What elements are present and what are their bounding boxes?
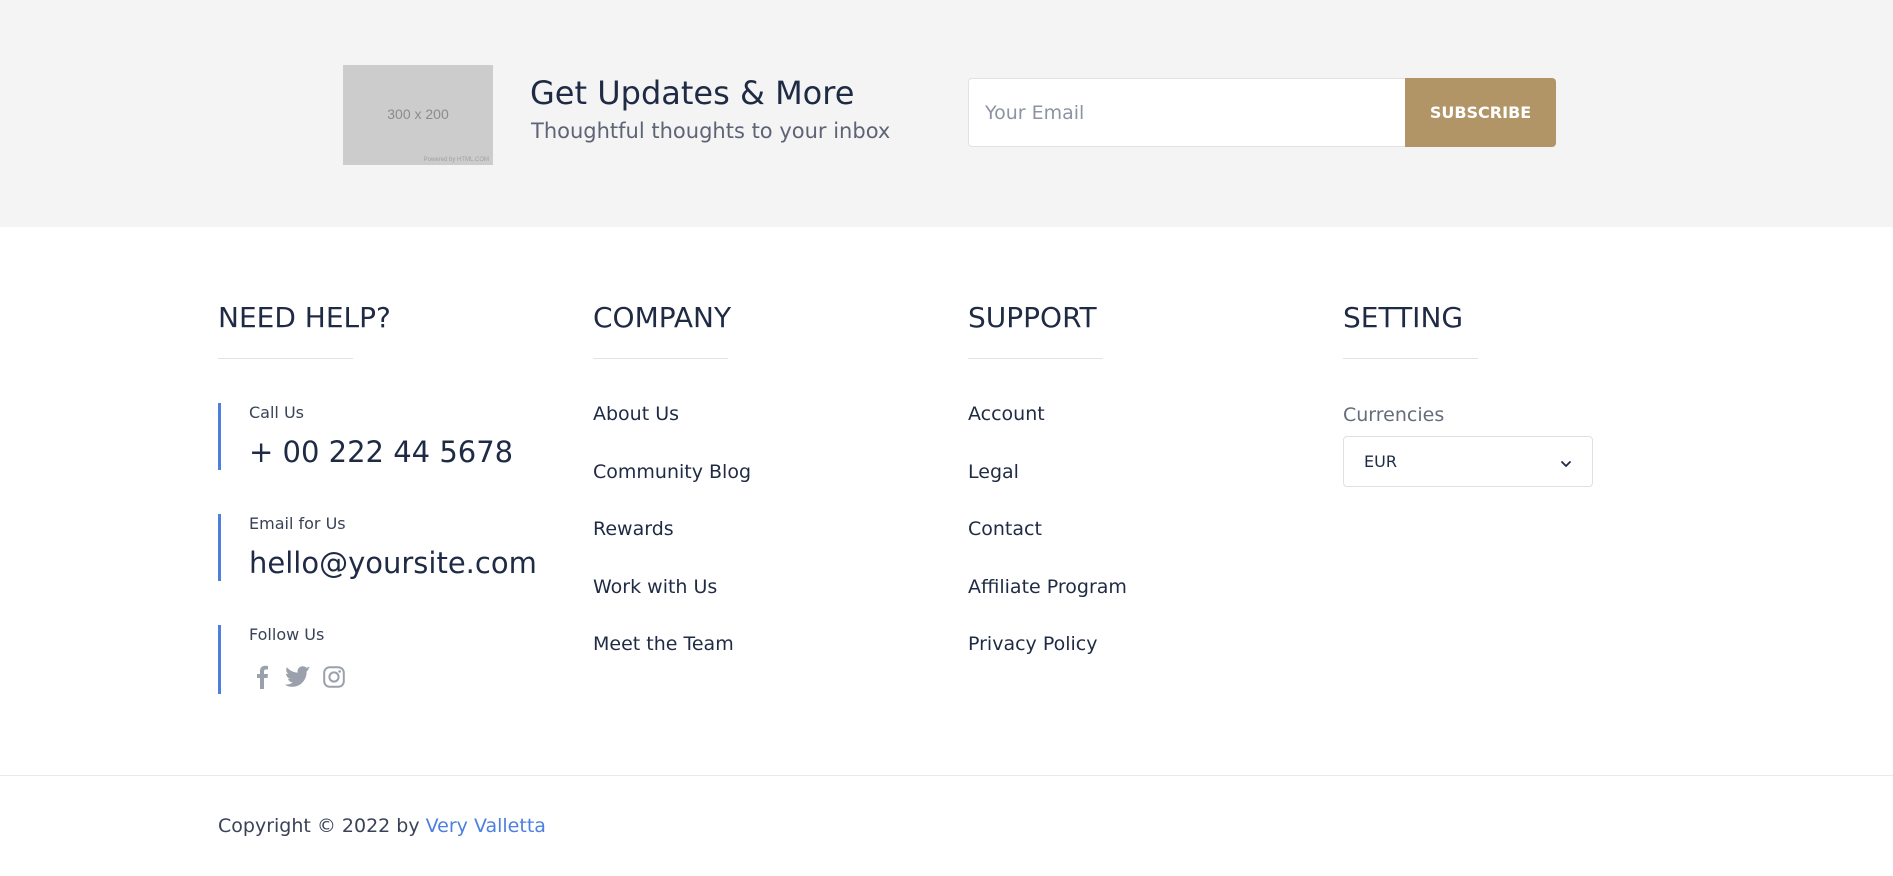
email-block: Email for Us hello@yoursite.com (218, 514, 537, 581)
setting-title: SETTING (1343, 301, 1464, 334)
email-input[interactable] (968, 78, 1406, 147)
call-us-block: Call Us + 00 222 44 5678 (218, 403, 513, 470)
link-meet-the-team[interactable]: Meet the Team (593, 633, 751, 691)
copyright-text: Copyright © 2022 by Very Valletta (218, 815, 546, 837)
need-help-title: NEED HELP? (218, 301, 391, 334)
phone-number[interactable]: + 00 222 44 5678 (249, 435, 513, 469)
company-links: About Us Community Blog Rewards Work wit… (593, 403, 751, 691)
follow-us-label: Follow Us (249, 625, 325, 644)
subscribe-button[interactable]: SUBSCRIBE (1405, 78, 1556, 147)
link-rewards[interactable]: Rewards (593, 518, 751, 576)
link-community-blog[interactable]: Community Blog (593, 461, 751, 519)
social-links (249, 664, 347, 690)
need-help-divider (218, 358, 353, 359)
email-address[interactable]: hello@yoursite.com (249, 546, 537, 580)
footer-divider (0, 775, 1893, 776)
placeholder-credit: Powered by HTML.COM (423, 157, 489, 163)
newsletter-subtitle: Thoughtful thoughts to your inbox (531, 119, 891, 143)
brand-link[interactable]: Very Valletta (426, 815, 546, 837)
company-divider (593, 358, 728, 359)
twitter-icon[interactable] (285, 664, 311, 690)
currencies-label: Currencies (1343, 404, 1445, 426)
link-contact[interactable]: Contact (968, 518, 1127, 576)
instagram-icon[interactable] (321, 664, 347, 690)
link-about-us[interactable]: About Us (593, 403, 751, 461)
company-title: COMPANY (593, 301, 732, 334)
link-privacy-policy[interactable]: Privacy Policy (968, 633, 1127, 691)
link-legal[interactable]: Legal (968, 461, 1127, 519)
call-us-label: Call Us (249, 403, 304, 422)
facebook-icon[interactable] (249, 664, 275, 690)
link-account[interactable]: Account (968, 403, 1127, 461)
support-title: SUPPORT (968, 301, 1097, 334)
link-work-with-us[interactable]: Work with Us (593, 576, 751, 634)
newsletter-section: 300 x 200 Powered by HTML.COM Get Update… (0, 0, 1893, 227)
chevron-down-icon (1560, 455, 1572, 474)
follow-us-block: Follow Us (218, 625, 324, 694)
placeholder-dimensions: 300 x 200 (387, 106, 449, 122)
support-divider (968, 358, 1103, 359)
currency-select[interactable]: EUR (1343, 436, 1593, 487)
support-links: Account Legal Contact Affiliate Program … (968, 403, 1127, 691)
copyright-prefix: Copyright © 2022 by (218, 815, 426, 837)
newsletter-title: Get Updates & More (530, 74, 855, 112)
currency-value: EUR (1364, 452, 1397, 471)
setting-divider (1343, 358, 1478, 359)
placeholder-image: 300 x 200 Powered by HTML.COM (343, 65, 493, 165)
link-affiliate-program[interactable]: Affiliate Program (968, 576, 1127, 634)
email-label: Email for Us (249, 514, 346, 533)
